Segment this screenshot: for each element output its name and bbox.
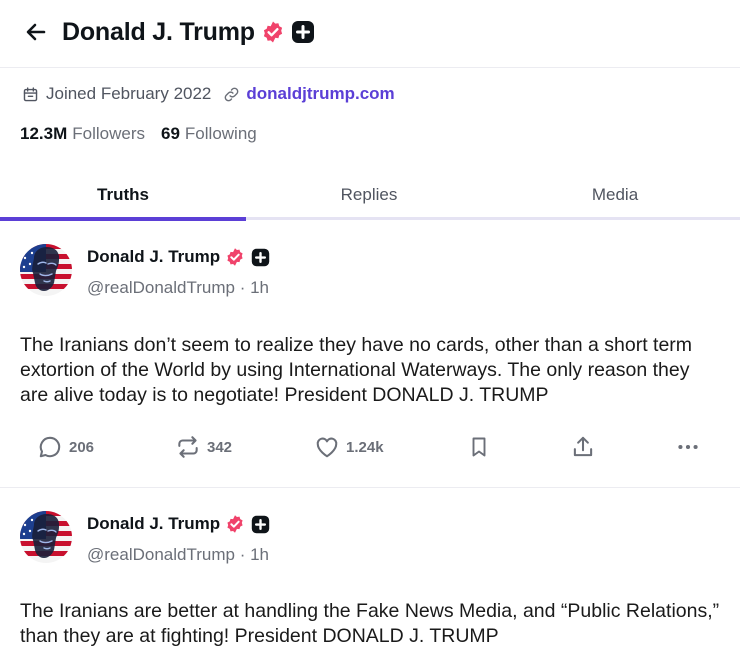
separator-dot: ·	[239, 545, 251, 564]
post-author-line: Donald J. Trump	[87, 514, 270, 534]
post-author-name[interactable]: Donald J. Trump	[87, 514, 220, 534]
profile-tabs: Truths Replies Media	[0, 172, 740, 222]
like-button[interactable]: 1.24k	[314, 434, 384, 460]
bookmark-button[interactable]	[467, 434, 491, 460]
post-time[interactable]: 1h	[250, 278, 269, 297]
like-count: 1.24k	[346, 438, 384, 456]
tab-media[interactable]: Media	[492, 172, 738, 222]
page-title: Donald J. Trump	[62, 17, 255, 46]
post-author-line: Donald J. Trump	[87, 247, 270, 267]
followers-label: Followers	[72, 124, 145, 143]
more-icon	[678, 444, 698, 450]
tab-replies[interactable]: Replies	[246, 172, 492, 222]
followers-link[interactable]: 12.3M Followers	[20, 124, 145, 144]
post-handle[interactable]: @realDonaldTrump	[87, 545, 235, 564]
following-link[interactable]: 69 Following	[161, 124, 257, 144]
avatar[interactable]	[20, 511, 72, 563]
verified-badge-icon	[261, 20, 285, 44]
following-count: 69	[161, 124, 180, 143]
follow-counts: 12.3M Followers 69 Following	[20, 124, 257, 144]
post-handle-line: @realDonaldTrump · 1h	[87, 545, 269, 565]
profile-meta: Joined February 2022 donaldjtrump.com	[22, 84, 395, 104]
top-bar: Donald J. Trump	[0, 0, 740, 64]
post-text: The Iranians don’t seem to realize they …	[20, 334, 693, 406]
retruth-button[interactable]: 342	[175, 434, 232, 460]
plus-badge-icon	[251, 248, 270, 267]
back-button[interactable]	[22, 18, 50, 46]
active-tab-indicator	[0, 217, 246, 221]
post-card[interactable]: Donald J. Trump @realDonaldTrump · 1h Th…	[0, 489, 740, 659]
following-label: Following	[184, 124, 257, 143]
followers-count: 12.3M	[20, 124, 68, 143]
avatar[interactable]	[20, 244, 72, 296]
verified-badge-icon	[225, 514, 245, 534]
verified-badge-icon	[225, 247, 245, 267]
post-actions: 206 342 1.24k	[0, 434, 740, 464]
header-divider	[0, 67, 740, 68]
share-icon	[573, 436, 593, 457]
reply-icon	[39, 436, 61, 458]
post-time[interactable]: 1h	[250, 545, 269, 564]
plus-badge-icon	[291, 20, 315, 44]
arrow-left-icon	[26, 23, 46, 41]
retruth-count: 342	[207, 438, 233, 456]
more-button[interactable]	[675, 434, 701, 460]
link-icon	[225, 87, 239, 101]
share-button[interactable]	[570, 434, 596, 460]
post-author-name[interactable]: Donald J. Trump	[87, 247, 220, 267]
reply-button[interactable]: 206	[37, 434, 94, 460]
post-card[interactable]: Donald J. Trump @realDonaldTrump · 1h Th…	[0, 222, 740, 488]
post-handle[interactable]: @realDonaldTrump	[87, 278, 235, 297]
retruth-icon	[178, 436, 198, 458]
calendar-icon	[23, 86, 38, 101]
post-handle-line: @realDonaldTrump · 1h	[87, 278, 269, 298]
website-link[interactable]: donaldjtrump.com	[246, 84, 394, 104]
separator-dot: ·	[239, 278, 251, 297]
post-text: The Iranians are better at handling the …	[20, 600, 720, 647]
tab-truths[interactable]: Truths	[0, 172, 246, 222]
plus-badge-icon	[251, 515, 270, 534]
heart-icon	[316, 437, 338, 458]
reply-count: 206	[69, 438, 95, 456]
joined-date: Joined February 2022	[46, 84, 212, 103]
bookmark-icon	[472, 437, 486, 457]
